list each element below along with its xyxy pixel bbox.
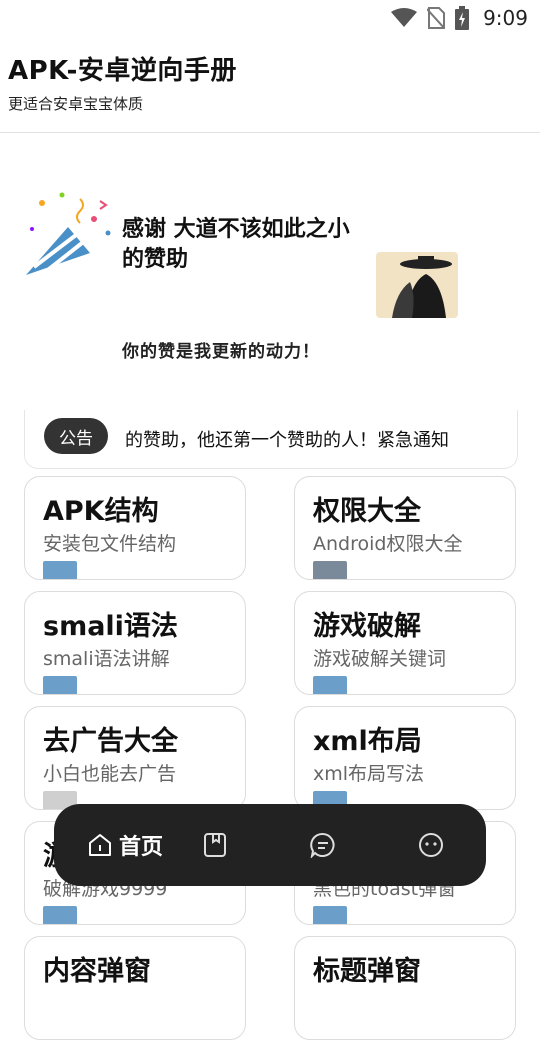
card-content-popup[interactable]: 内容弹窗 — [24, 936, 246, 1040]
card-xml-layout[interactable]: xml布局 xml布局写法 — [294, 706, 516, 810]
card-game-cracking[interactable]: 游戏破解 游戏破解关键词 — [294, 591, 516, 695]
card-title: 去广告大全 — [43, 726, 178, 757]
no-sim-icon — [427, 7, 446, 29]
nav-bookmark[interactable] — [196, 804, 234, 886]
card-title: 权限大全 — [313, 496, 421, 527]
home-icon — [88, 834, 111, 856]
card-thumbnail — [313, 906, 347, 924]
profile-icon — [419, 833, 443, 857]
card-title: 内容弹窗 — [43, 956, 151, 987]
banner-subtitle: 你的赞是我更新的动力！ — [122, 342, 320, 362]
sponsor-banner[interactable]: 感谢 大道不该如此之小 的赞助 你的赞是我更新的动力！ — [20, 175, 470, 375]
notice-bar[interactable]: 公告 的赞助，他还第一个赞助的人！紧急通知 — [24, 410, 518, 469]
card-thumbnail — [43, 906, 77, 924]
message-icon — [310, 832, 335, 858]
card-title: 游戏破解 — [313, 611, 421, 642]
card-subtitle: Android权限大全 — [313, 533, 463, 555]
card-title: APK结构 — [43, 496, 159, 527]
card-thumbnail — [43, 676, 77, 694]
party-popper-icon — [26, 192, 111, 275]
nav-home[interactable]: 首页 — [70, 804, 180, 886]
card-title: 标题弹窗 — [313, 956, 421, 987]
notice-badge: 公告 — [44, 418, 108, 454]
battery-charging-icon — [455, 6, 470, 30]
card-apk-structure[interactable]: APK结构 安装包文件结构 — [24, 476, 246, 580]
nav-home-label: 首页 — [118, 835, 163, 860]
wifi-icon — [391, 8, 418, 27]
card-subtitle: 安装包文件结构 — [43, 533, 177, 555]
bottom-nav: 首页 — [54, 804, 486, 886]
card-thumbnail — [313, 561, 347, 579]
app-title: APK-安卓逆向手册 — [8, 56, 237, 86]
status-bar: 9:09 — [0, 0, 540, 36]
card-title: xml布局 — [313, 726, 422, 757]
card-ad-removal[interactable]: 去广告大全 小白也能去广告 — [24, 706, 246, 810]
card-subtitle: xml布局写法 — [313, 763, 425, 785]
status-icons: 9:09 — [391, 6, 528, 30]
banner-thanks-line: 感谢 大道不该如此之小 — [122, 216, 350, 242]
card-thumbnail — [43, 561, 77, 579]
card-smali-syntax[interactable]: smali语法 smali语法讲解 — [24, 591, 246, 695]
nav-messages[interactable] — [304, 804, 342, 886]
card-thumbnail — [313, 676, 347, 694]
nav-profile[interactable] — [412, 804, 450, 886]
card-subtitle: smali语法讲解 — [43, 648, 170, 670]
notice-text: 的赞助，他还第一个赞助的人！紧急通知 — [125, 430, 449, 451]
card-title: smali语法 — [43, 611, 178, 642]
sponsor-avatar — [376, 252, 458, 318]
app-subtitle: 更适合安卓宝宝体质 — [8, 95, 144, 113]
card-title-popup[interactable]: 标题弹窗 — [294, 936, 516, 1040]
card-subtitle: 游戏破解关键词 — [313, 648, 447, 670]
header-divider — [0, 132, 540, 133]
card-subtitle: 小白也能去广告 — [43, 763, 177, 785]
app-header: APK-安卓逆向手册 更适合安卓宝宝体质 — [8, 50, 237, 114]
status-time: 9:09 — [483, 6, 528, 30]
bookmark-icon — [204, 833, 226, 857]
card-permissions[interactable]: 权限大全 Android权限大全 — [294, 476, 516, 580]
banner-sponsor-line: 的赞助 — [122, 246, 189, 272]
